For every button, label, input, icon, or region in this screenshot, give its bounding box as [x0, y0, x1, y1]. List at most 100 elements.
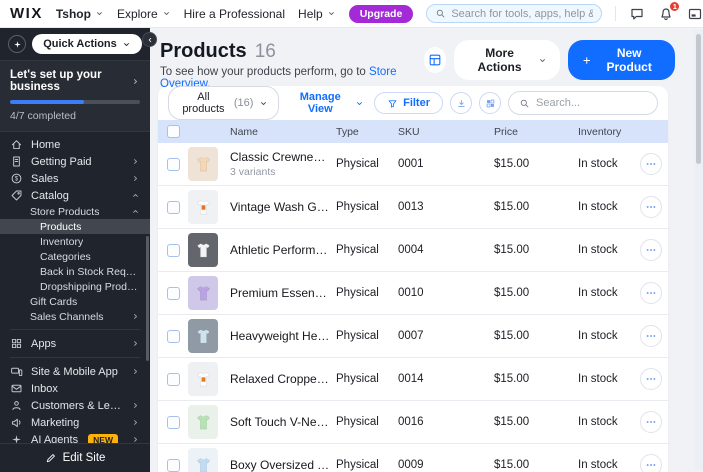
dashboard-layout-button[interactable]: [423, 47, 447, 73]
table-body: Classic Crewneck Tee 3 variants Physical 00…: [158, 143, 668, 472]
explore-menu[interactable]: Explore: [117, 7, 171, 21]
sidebar-item-marketing[interactable]: Marketing: [0, 414, 150, 431]
more-actions-button[interactable]: More Actions: [454, 40, 560, 80]
row-checkbox[interactable]: [166, 458, 180, 472]
quick-actions-button[interactable]: Quick Actions: [32, 34, 142, 54]
site-selector[interactable]: Tshop: [56, 7, 104, 21]
product-thumbnail: [188, 190, 218, 224]
product-price: $15.00: [494, 201, 530, 213]
quick-actions-spark-button[interactable]: [8, 35, 26, 53]
help-menu[interactable]: Help: [298, 7, 336, 21]
chevron-up-icon: [131, 207, 140, 216]
product-sku: 0004: [398, 244, 424, 256]
sidebar-item-products[interactable]: Products: [0, 219, 150, 234]
row-actions-button[interactable]: [640, 325, 662, 347]
table-row[interactable]: Relaxed Cropped Tee Physical 0014 $15.00 In …: [158, 358, 668, 401]
row-checkbox[interactable]: [166, 243, 180, 257]
sidebar-item-store-products[interactable]: Store Products: [0, 204, 150, 219]
main-content: Products 16 To see how your products per…: [150, 28, 703, 472]
sidebar-item-ai-agents[interactable]: AI Agents NEW: [0, 431, 150, 443]
sidebar-item-catalog[interactable]: Catalog: [0, 187, 150, 204]
product-sku: 0016: [398, 416, 424, 428]
product-name: Boxy Oversized Tee: [230, 458, 330, 472]
product-sku: 0013: [398, 201, 424, 213]
row-actions-button[interactable]: [640, 411, 662, 433]
inbox-icon: [10, 382, 23, 395]
filter-button[interactable]: Filter: [374, 92, 443, 114]
layout-icon: [428, 53, 442, 67]
row-actions-button[interactable]: [640, 454, 662, 472]
product-inventory: In stock: [578, 373, 618, 385]
sidebar-item-getting-paid[interactable]: Getting Paid: [0, 153, 150, 170]
sidebar-item-back-in-stock-requests[interactable]: Back in Stock Requests: [0, 264, 150, 279]
global-search[interactable]: [426, 4, 603, 23]
products-card: All products (16) Manage View Filter Sea…: [158, 86, 668, 472]
view-filter-dropdown[interactable]: All products (16): [168, 86, 280, 120]
table-row[interactable]: Heavyweight Heritag... Physical 0007 $15.00…: [158, 315, 668, 358]
sidebar-item-label: Products: [40, 220, 82, 233]
product-type: Physical: [336, 201, 379, 213]
sidebar-scrollbar[interactable]: [146, 236, 149, 361]
sidebar-item-label: AI Agents: [31, 433, 79, 444]
sidebar-collapse-button[interactable]: [142, 32, 157, 47]
chevron-right-icon: [131, 339, 140, 348]
table-row[interactable]: Classic Crewneck Tee 3 variants Physical 00…: [158, 143, 668, 186]
sidebar-item-categories[interactable]: Categories: [0, 249, 150, 264]
quick-actions-row: Quick Actions: [0, 28, 150, 60]
row-checkbox[interactable]: [166, 372, 180, 386]
row-checkbox[interactable]: [166, 415, 180, 429]
divider: [10, 329, 140, 330]
table-row[interactable]: Premium Essential Tee Physical 0010 $15.00 I…: [158, 272, 668, 315]
customize-columns-button[interactable]: [479, 92, 501, 114]
table-header: Name Type SKU Price Inventory: [158, 120, 668, 143]
notifications-button[interactable]: 1: [658, 0, 681, 22]
scrollbar-thumb[interactable]: [696, 34, 701, 164]
manage-view-button[interactable]: Manage View: [289, 91, 364, 115]
chevron-up-icon: [131, 191, 140, 200]
row-checkbox[interactable]: [166, 157, 180, 171]
table-toolbar: All products (16) Manage View Filter: [158, 86, 668, 120]
row-actions-button[interactable]: [640, 153, 662, 175]
edit-site-button[interactable]: Edit Site: [0, 443, 150, 472]
sidebar-item-site-mobile-app[interactable]: Site & Mobile App: [0, 363, 150, 380]
my-sites-button[interactable]: [687, 6, 703, 22]
table-row[interactable]: Athletic Performance ... Physical 0004 $15.…: [158, 229, 668, 272]
setup-panel[interactable]: Let's set up your business 4/7 completed: [0, 60, 150, 132]
table-row[interactable]: Boxy Oversized Tee Physical 0009 $15.00 In s…: [158, 444, 668, 472]
notification-badge: 1: [669, 0, 681, 12]
wix-logo[interactable]: WIX: [10, 5, 43, 22]
sidebar-item-customers-leads[interactable]: Customers & Leads: [0, 397, 150, 414]
row-actions-button[interactable]: [640, 282, 662, 304]
sidebar-item-inbox[interactable]: Inbox: [0, 380, 150, 397]
sidebar-item-dropshipping-products[interactable]: Dropshipping Products: [0, 279, 150, 294]
upgrade-button[interactable]: Upgrade: [348, 4, 414, 23]
row-checkbox[interactable]: [166, 286, 180, 300]
sidebar-item-sales-channels[interactable]: Sales Channels: [0, 309, 150, 324]
row-checkbox[interactable]: [166, 329, 180, 343]
select-all-checkbox[interactable]: [166, 125, 180, 138]
new-product-button[interactable]: New Product: [567, 40, 675, 80]
table-row[interactable]: Vintage Wash Graphi... Physical 0013 $15.00…: [158, 186, 668, 229]
row-actions-button[interactable]: [640, 239, 662, 261]
sidebar-item-home[interactable]: Home: [0, 136, 150, 153]
sidebar-item-inventory[interactable]: Inventory: [0, 234, 150, 249]
table-search[interactable]: [508, 91, 658, 115]
chevron-down-icon: [259, 99, 268, 108]
export-button[interactable]: [450, 92, 472, 114]
sidebar-item-label: Customers & Leads: [31, 399, 123, 412]
table-search-input[interactable]: [536, 97, 647, 109]
global-search-input[interactable]: [451, 7, 594, 20]
sidebar-item-sales[interactable]: $ Sales: [0, 170, 150, 187]
sidebar-item-apps[interactable]: Apps: [0, 335, 150, 352]
feedback-chat-button[interactable]: [629, 6, 645, 22]
product-type: Physical: [336, 330, 379, 342]
product-inventory: In stock: [578, 459, 618, 471]
row-checkbox[interactable]: [166, 200, 180, 214]
sidebar-item-gift-cards[interactable]: Gift Cards: [0, 294, 150, 309]
hire-a-professional-link[interactable]: Hire a Professional: [184, 7, 285, 21]
page-scrollbar[interactable]: [694, 30, 703, 470]
table-row[interactable]: Soft Touch V-Neck Tee Physical 0016 $15.00 I…: [158, 401, 668, 444]
divider: [615, 6, 617, 21]
row-actions-button[interactable]: [640, 196, 662, 218]
row-actions-button[interactable]: [640, 368, 662, 390]
